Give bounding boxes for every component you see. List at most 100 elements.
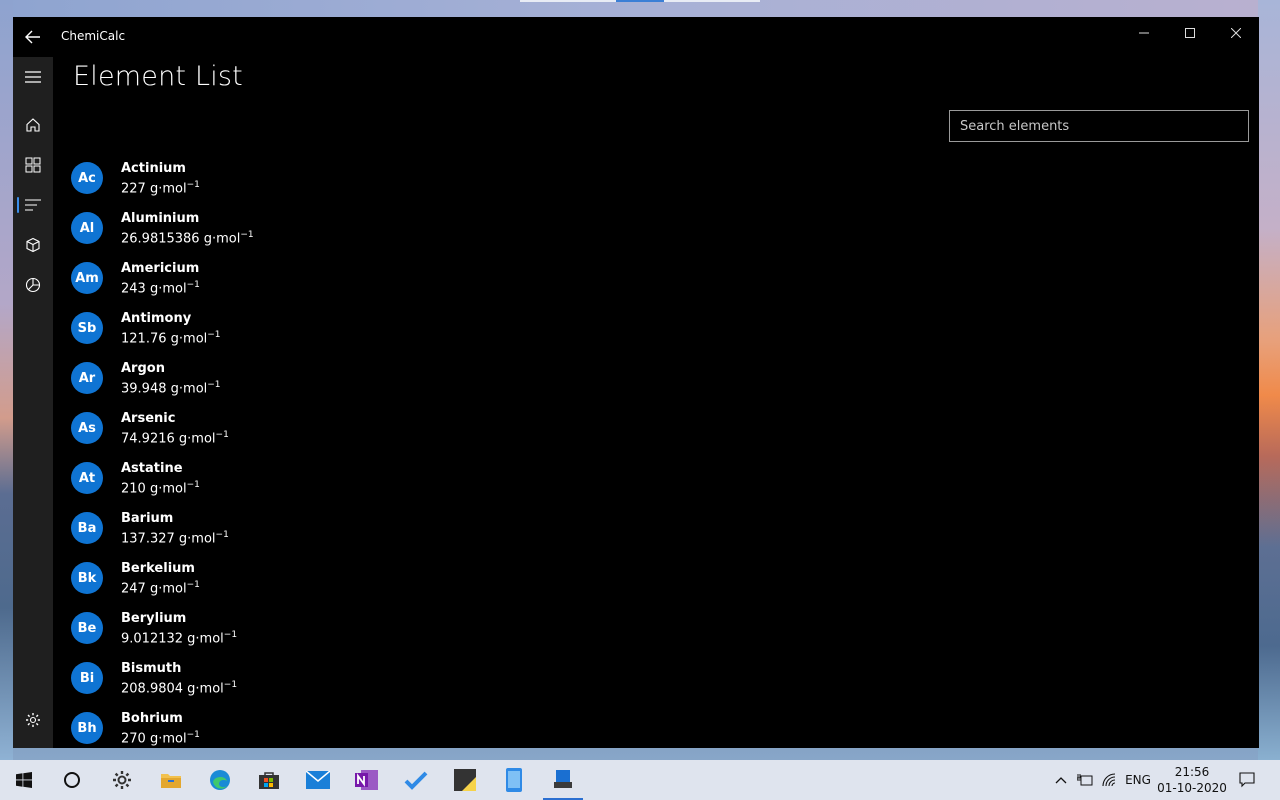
hamburger-menu-icon <box>25 71 41 83</box>
list-item[interactable]: At Astatine 210 g·mol−1 <box>53 453 1259 503</box>
element-name: Actinium <box>121 161 186 176</box>
back-arrow-icon <box>25 30 40 44</box>
chemicalc-icon <box>554 770 572 788</box>
element-symbol-avatar: Ba <box>71 512 103 544</box>
molar-mass-unit: g·mol <box>187 681 224 697</box>
list-item[interactable]: Ar Argon 39.948 g·mol−1 <box>53 353 1259 403</box>
molar-mass-exponent: −1 <box>207 380 221 390</box>
list-item[interactable]: Al Aluminium 26.9815386 g·mol−1 <box>53 203 1259 253</box>
windows-start-icon <box>16 772 32 788</box>
taskbar-onenote[interactable] <box>343 760 391 800</box>
molar-mass-unit: g·mol <box>170 381 208 397</box>
molar-mass-exponent: −1 <box>186 580 200 590</box>
gear-icon <box>26 713 40 727</box>
element-molar-mass: 26.9815386 g·mol−1 <box>121 230 254 246</box>
clock-time: 21:56 <box>1174 765 1210 779</box>
battery-plug-icon <box>1077 774 1093 786</box>
molar-mass-value: 227 <box>121 181 146 197</box>
taskbar-settings[interactable] <box>98 760 146 800</box>
pie-chart-icon <box>25 277 41 293</box>
search-button[interactable] <box>48 760 96 800</box>
molar-mass-value: 208.9804 <box>121 681 184 697</box>
notifications-button[interactable] <box>1236 760 1258 800</box>
nav-item-periodic-table[interactable] <box>13 145 53 185</box>
back-button[interactable] <box>13 17 53 57</box>
element-name: Berylium <box>121 611 187 626</box>
settings-icon <box>113 771 131 789</box>
list-item[interactable]: Be Berylium 9.012132 g·mol−1 <box>53 603 1259 653</box>
show-hidden-icons-button[interactable] <box>1050 760 1072 800</box>
molar-mass-unit: g·mol <box>149 181 187 197</box>
nav-item-element-list[interactable] <box>13 185 53 225</box>
maximize-icon <box>1185 28 1195 38</box>
element-molar-mass: 227 g·mol−1 <box>121 180 200 196</box>
molar-mass-unit: g·mol <box>149 281 187 297</box>
list-item[interactable]: Ba Barium 137.327 g·mol−1 <box>53 503 1259 553</box>
selection-indicator <box>17 197 19 213</box>
store-icon <box>259 772 279 789</box>
desktop-wallpaper-right <box>1258 0 1280 760</box>
nav-hamburger-button[interactable] <box>13 57 53 97</box>
element-molar-mass: 247 g·mol−1 <box>121 580 200 596</box>
system-clock[interactable]: 21:56 01-10-2020 <box>1156 764 1228 796</box>
network-status[interactable] <box>1098 760 1122 800</box>
element-name: Arsenic <box>121 411 176 426</box>
desktop-wallpaper-top <box>0 0 1280 17</box>
cortana-icon <box>64 772 80 788</box>
element-symbol-avatar: Bh <box>71 712 103 744</box>
list-item[interactable]: Sb Antimony 121.76 g·mol−1 <box>53 303 1259 353</box>
list-item[interactable]: Bh Bohrium 270 g·mol−1 <box>53 703 1259 748</box>
element-symbol-avatar: Al <box>71 212 103 244</box>
taskbar-todo[interactable] <box>392 760 440 800</box>
phone-icon <box>506 768 522 792</box>
list-icon <box>25 199 41 211</box>
taskbar-chemicalc[interactable] <box>539 760 587 800</box>
nav-item-home[interactable] <box>13 105 53 145</box>
taskbar-file-explorer[interactable] <box>147 760 195 800</box>
taskbar-mail[interactable] <box>294 760 342 800</box>
start-button[interactable] <box>0 760 48 800</box>
minimize-button[interactable] <box>1121 17 1167 49</box>
element-molar-mass: 39.948 g·mol−1 <box>121 380 221 396</box>
nav-item-molecules[interactable] <box>13 225 53 265</box>
element-molar-mass: 208.9804 g·mol−1 <box>121 680 237 696</box>
molar-mass-exponent: −1 <box>186 480 200 490</box>
element-symbol-avatar: Sb <box>71 312 103 344</box>
nav-item-settings[interactable] <box>13 700 53 740</box>
taskbar-phone[interactable] <box>490 760 538 800</box>
molar-mass-exponent: −1 <box>215 530 229 540</box>
element-name: Americium <box>121 261 200 276</box>
element-molar-mass: 9.012132 g·mol−1 <box>121 630 237 646</box>
molar-mass-exponent: −1 <box>215 430 229 440</box>
molar-mass-exponent: −1 <box>240 230 254 240</box>
minimize-icon <box>1139 32 1149 34</box>
element-name: Berkelium <box>121 561 195 576</box>
taskbar-edge[interactable] <box>196 760 244 800</box>
molar-mass-unit: g·mol <box>178 531 216 547</box>
mail-icon <box>306 771 330 789</box>
molar-mass-value: 9.012132 <box>121 631 184 647</box>
element-molar-mass: 243 g·mol−1 <box>121 280 200 296</box>
battery-status[interactable] <box>1074 760 1096 800</box>
list-item[interactable]: Am Americium 243 g·mol−1 <box>53 253 1259 303</box>
element-name: Bohrium <box>121 711 183 726</box>
taskbar: ENG 21:56 01-10-2020 <box>0 760 1280 800</box>
list-item[interactable]: Bk Berkelium 247 g·mol−1 <box>53 553 1259 603</box>
molar-mass-exponent: −1 <box>207 330 221 340</box>
taskbar-sticky-notes[interactable] <box>441 760 489 800</box>
search-input[interactable] <box>949 110 1249 142</box>
list-item[interactable]: Ac Actinium 227 g·mol−1 <box>53 153 1259 203</box>
element-symbol-avatar: Be <box>71 612 103 644</box>
nav-item-statistics[interactable] <box>13 265 53 305</box>
list-item[interactable]: As Arsenic 74.9216 g·mol−1 <box>53 403 1259 453</box>
input-language[interactable]: ENG <box>1124 760 1152 800</box>
molar-mass-unit: g·mol <box>149 481 187 497</box>
maximize-button[interactable] <box>1167 17 1213 49</box>
molar-mass-unit: g·mol <box>203 231 241 247</box>
close-button[interactable] <box>1213 17 1259 49</box>
hidden-window-edge-accent <box>616 0 664 2</box>
molar-mass-exponent: −1 <box>223 680 238 690</box>
wifi-icon <box>1102 773 1116 787</box>
list-item[interactable]: Bi Bismuth 208.9804 g·mol−1 <box>53 653 1259 703</box>
taskbar-store[interactable] <box>245 760 293 800</box>
